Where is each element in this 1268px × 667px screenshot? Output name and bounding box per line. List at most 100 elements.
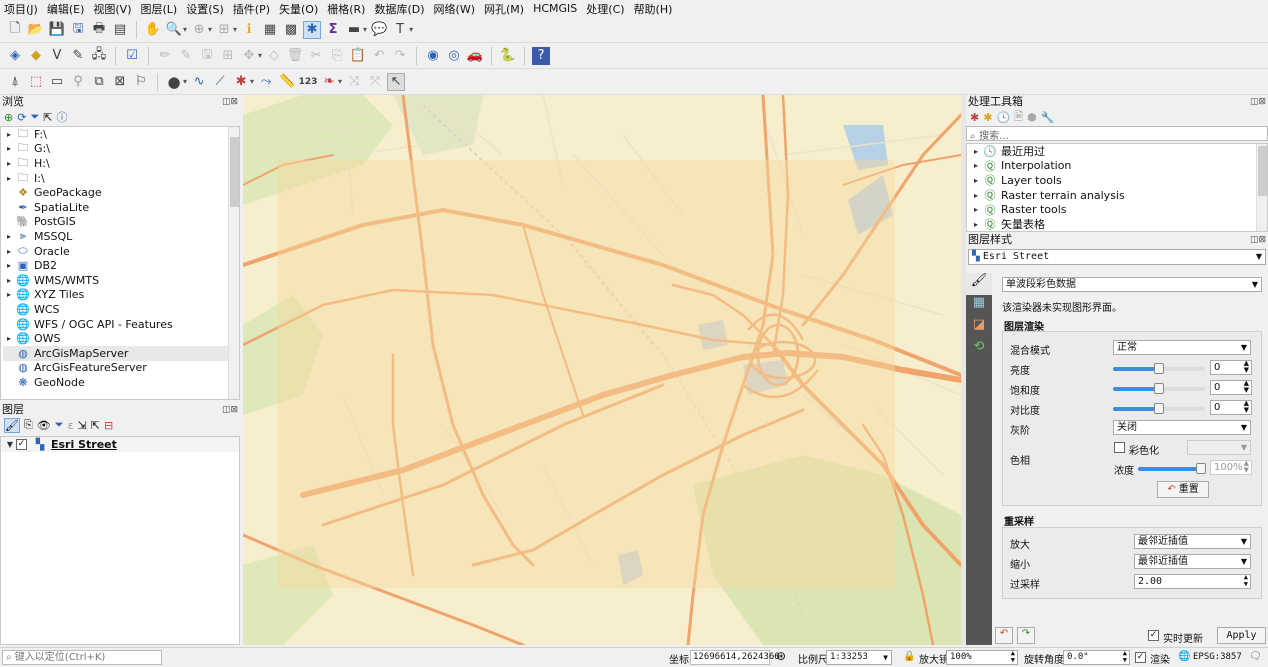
browser-item[interactable]: ❖ GeoPackage xyxy=(3,185,239,200)
browser-scrollbar[interactable] xyxy=(228,127,239,399)
menu-item[interactable]: 视图(V) xyxy=(93,1,131,17)
filter-expr-icon[interactable]: ε xyxy=(68,419,74,432)
layout-manager-icon[interactable]: ▤ xyxy=(111,21,129,39)
strength-spinbox[interactable]: 100% ▲ ▼ xyxy=(1210,460,1252,475)
locator-icon[interactable]: ⚐ xyxy=(132,73,150,91)
panel-window-controls-icon[interactable]: ◫⊠ xyxy=(1250,233,1266,247)
crs-value[interactable]: EPSG:3857 xyxy=(1193,652,1242,662)
grayscale-select[interactable]: 关闭 ▼ xyxy=(1113,420,1251,435)
zoomout-select[interactable]: 最邻近插值 ▼ xyxy=(1134,554,1251,569)
snap-icon[interactable]: ✱ xyxy=(232,73,250,91)
spin-arrows-icon[interactable]: ▲ ▼ xyxy=(1123,650,1127,664)
oversample-spinbox[interactable]: 2.00 ▲ ▼ xyxy=(1134,574,1251,589)
saturation-spinbox[interactable]: 0 ▲ ▼ xyxy=(1210,380,1252,395)
browser-item[interactable]: ▸ 🗀 H:\ xyxy=(3,156,239,171)
browser-item[interactable]: ◍ ArcGisMapServer xyxy=(3,345,239,361)
browser-item[interactable]: 🐘 PostGIS xyxy=(3,215,239,230)
browser-item[interactable]: ▸ ⬭ Oracle xyxy=(3,244,239,259)
redo-icon[interactable]: ↷ xyxy=(391,47,409,65)
undo-style-icon[interactable]: ↶ xyxy=(995,627,1013,644)
spin-arrows-icon[interactable]: ▲ ▼ xyxy=(1244,574,1248,588)
browser-item[interactable]: ▸ 🗀 I:\ xyxy=(3,171,239,186)
deselect-icon[interactable]: ⊠ xyxy=(111,73,129,91)
blend-mode-select[interactable]: 正常 ▼ xyxy=(1113,340,1251,355)
text-annotation-icon[interactable]: T xyxy=(391,21,409,39)
ruler-icon[interactable]: 📏 xyxy=(278,73,296,91)
collapse-icon[interactable]: ⇱ xyxy=(43,111,52,124)
locator-input[interactable]: ⌕ 键入以定位(Ctrl+K) xyxy=(2,650,162,665)
history-icon[interactable]: 🕓 xyxy=(996,111,1010,124)
apply-button[interactable]: Apply xyxy=(1217,627,1266,644)
histogram-tab-icon[interactable]: ◪ xyxy=(966,317,992,339)
manage-visibility-icon[interactable]: 👁 xyxy=(37,419,51,432)
processing-group[interactable]: ▸ Ⓠ Interpolation xyxy=(970,159,1267,174)
pointer-icon[interactable]: ↖ xyxy=(387,72,406,91)
menu-item[interactable]: 项目(J) xyxy=(4,1,38,17)
styling-layer-select[interactable]: ▚ Esri Street ▼ xyxy=(968,249,1266,265)
crs-globe-icon[interactable]: 🌐 xyxy=(1178,651,1190,662)
coord-field[interactable]: 12696614,2624366 xyxy=(690,650,780,665)
brightness-spinbox[interactable]: 0 ▲ ▼ xyxy=(1210,360,1252,375)
toggle-edit-icon[interactable]: ☑ xyxy=(123,47,141,65)
expand-arrow-icon[interactable]: ▸ xyxy=(3,174,15,183)
curve-xy-icon[interactable]: ∿ xyxy=(190,73,208,91)
options-wrench-icon[interactable]: 🔧 xyxy=(1041,111,1055,124)
layer-style-icon[interactable]: 🖌 xyxy=(4,417,20,433)
menu-item[interactable]: 数据库(D) xyxy=(374,1,424,17)
collapse-all-icon[interactable]: ⇱ xyxy=(91,419,100,432)
render-checkbox[interactable]: ✓ xyxy=(1135,652,1146,663)
transparency-tab-icon[interactable]: ▦ xyxy=(966,295,992,317)
expand-arrow-icon[interactable]: ▸ xyxy=(3,334,15,343)
digitize-icon[interactable]: ✎ xyxy=(69,47,87,65)
browser-item[interactable]: ❋ GeoNode xyxy=(3,375,239,390)
batch-icon[interactable]: ⬢ xyxy=(1027,111,1037,124)
strength-slider[interactable] xyxy=(1138,463,1206,474)
menu-item[interactable]: 网孔(M) xyxy=(484,1,524,17)
style-icon[interactable]: ❧ xyxy=(320,73,338,91)
measure-icon[interactable]: ▬ xyxy=(345,21,363,39)
expand-all-icon[interactable]: ⇲ xyxy=(78,419,87,432)
zoom-layer-icon[interactable]: ⊞ xyxy=(215,21,233,39)
hcmgis-globe2-icon[interactable]: ◎ xyxy=(445,47,463,65)
saturation-slider[interactable] xyxy=(1113,383,1205,394)
dropdown-arrow-icon[interactable]: ▾ xyxy=(258,51,262,60)
hcmgis-car-icon[interactable]: 🚗 xyxy=(466,47,484,65)
hcmgis-globe-icon[interactable]: ◉ xyxy=(424,47,442,65)
add-layer-icon[interactable]: ◈ xyxy=(6,47,24,65)
brightness-slider[interactable] xyxy=(1113,363,1205,374)
layer-row-esri-street[interactable]: ▼ ✓ ▚ Esri Street xyxy=(1,437,239,452)
layer-visibility-checkbox[interactable]: ✓ xyxy=(16,438,27,450)
browser-item[interactable]: 🌐 WCS xyxy=(3,302,239,317)
merge-icon[interactable]: ⤧ xyxy=(366,73,384,91)
polyline-icon[interactable]: ⤳ xyxy=(257,73,275,91)
expand-arrow-icon[interactable]: ▸ xyxy=(3,276,15,285)
dropdown-arrow-icon[interactable]: ▾ xyxy=(183,25,187,34)
expand-arrow-icon[interactable]: ▸ xyxy=(970,220,982,229)
filter-legend-icon[interactable]: ⏷ xyxy=(55,418,64,432)
spin-arrows-icon[interactable]: ▲ ▼ xyxy=(1244,460,1249,474)
menu-item[interactable]: 设置(S) xyxy=(186,1,224,17)
print-layout-icon[interactable]: 🖶 xyxy=(90,21,108,39)
browser-item[interactable]: ▸ ⫸ MSSQL xyxy=(3,229,239,244)
processing-group[interactable]: ▸ 🕓 最近用过 xyxy=(970,144,1267,159)
expand-arrow-icon[interactable]: ▸ xyxy=(970,147,982,156)
magnifier-spinbox[interactable]: 100% ▲ ▼ xyxy=(946,650,1018,665)
cut-icon[interactable]: ✂ xyxy=(307,47,325,65)
add-selected-icon[interactable]: ⊕ xyxy=(4,111,13,124)
spin-arrows-icon[interactable]: ▲ ▼ xyxy=(1244,380,1249,394)
panel-window-controls-icon[interactable]: ◫⊠ xyxy=(222,95,238,109)
zoomin-select[interactable]: 最邻近插值 ▼ xyxy=(1134,534,1251,549)
expand-arrow-icon[interactable]: ▸ xyxy=(970,161,982,170)
models-icon[interactable]: ✱ xyxy=(970,111,979,124)
field-calc-icon[interactable]: ▩ xyxy=(282,21,300,39)
dropdown-arrow-icon[interactable]: ▾ xyxy=(233,25,237,34)
browser-item[interactable]: ▸ 🌐 WMS/WMTS xyxy=(3,273,239,288)
processing-search-input[interactable]: ⌕ 搜索... xyxy=(966,126,1268,142)
georef-icon[interactable]: ⍋ xyxy=(6,73,24,91)
pan-icon[interactable]: ✋ xyxy=(144,21,162,39)
renderer-type-select[interactable]: 单波段彩色数据 ▼ xyxy=(1002,277,1262,292)
expand-arrow-icon[interactable]: ▸ xyxy=(970,191,982,200)
expand-arrow-icon[interactable]: ▸ xyxy=(3,261,15,270)
split-icon[interactable]: ⤨ xyxy=(345,73,363,91)
browser-item[interactable]: ▸ 🗀 G:\ xyxy=(3,141,239,157)
